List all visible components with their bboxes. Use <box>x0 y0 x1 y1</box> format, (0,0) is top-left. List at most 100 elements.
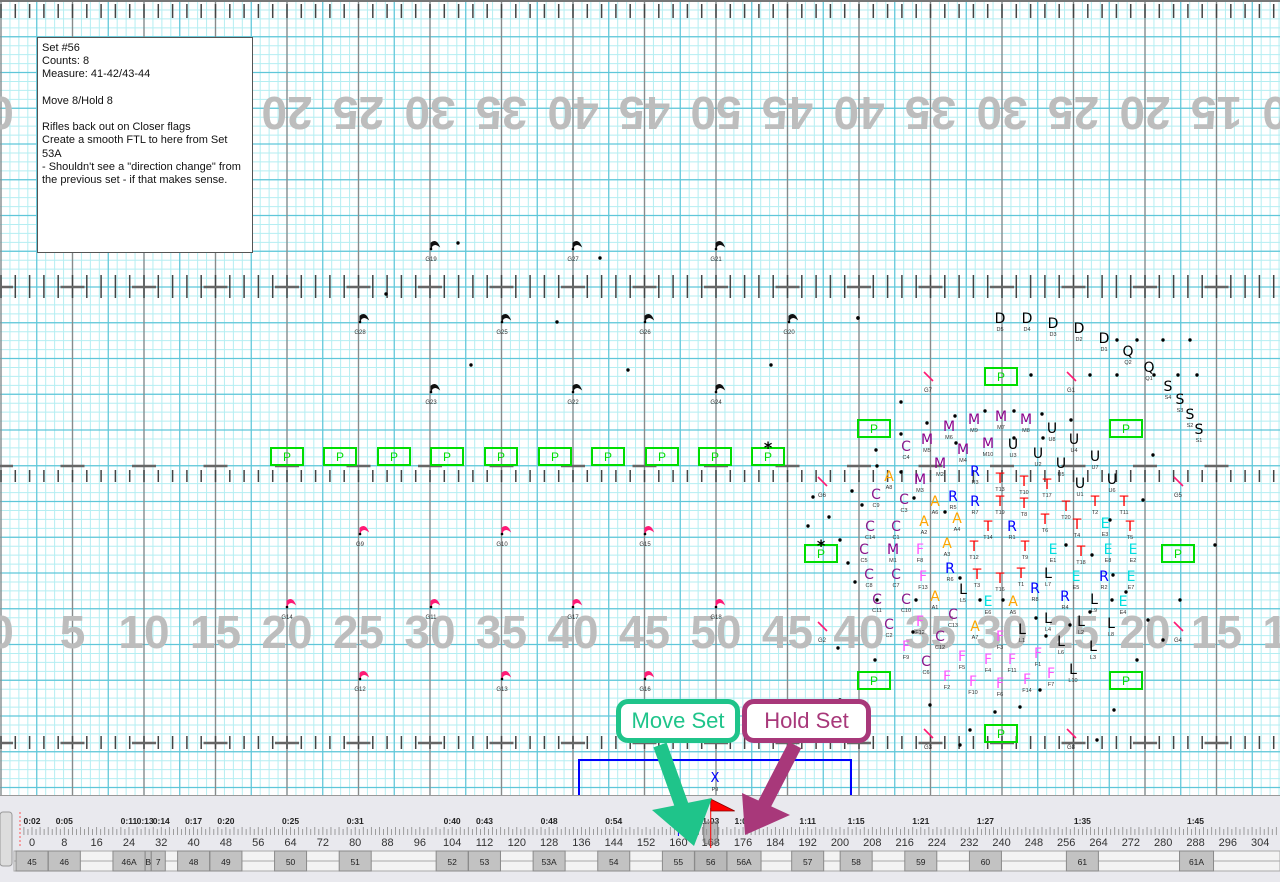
set-block-46a[interactable]: 46A <box>112 850 146 872</box>
performer-c4[interactable]: CC4 <box>901 439 911 461</box>
performer-f9[interactable]: FF9 <box>902 639 910 661</box>
guard-g28[interactable]: G28 <box>354 314 370 336</box>
performer-r2[interactable]: RR2 <box>1099 569 1109 591</box>
set-block-56[interactable]: 56 <box>694 850 728 872</box>
guard-g6[interactable]: G6 <box>817 476 828 499</box>
performer-s3[interactable]: SS3 <box>1176 392 1185 414</box>
set-block-50[interactable]: 50 <box>274 850 308 872</box>
performer-s4[interactable]: SS4 <box>1164 379 1173 401</box>
performer-e3[interactable]: EE3 <box>1101 516 1110 538</box>
performer-t16[interactable]: TT16 <box>995 571 1005 593</box>
guard-g13[interactable]: G13 <box>496 671 512 693</box>
performer-t19[interactable]: TT19 <box>995 494 1005 516</box>
performer-u3[interactable]: UU3 <box>1008 437 1018 459</box>
performer-a6[interactable]: AA6 <box>930 494 940 516</box>
set-block-55[interactable]: 55 <box>661 850 695 872</box>
performer-m8[interactable]: MM8 <box>1020 412 1032 434</box>
performer-t9[interactable]: TT9 <box>1020 539 1030 561</box>
performer-f12[interactable]: FF12 <box>915 614 924 636</box>
performer-l4[interactable]: LL4 <box>1044 611 1052 633</box>
performer-c9[interactable]: CC9 <box>871 487 881 509</box>
performer-a2[interactable]: AA2 <box>919 514 929 536</box>
performer-c6[interactable]: CC6 <box>921 654 931 676</box>
set-block-45[interactable]: 45 <box>15 850 49 872</box>
performer-l10[interactable]: LL10 <box>1068 662 1077 684</box>
performer-l6[interactable]: LL6 <box>1057 634 1065 656</box>
set-block-60[interactable]: 60 <box>968 850 1002 872</box>
performer-s1[interactable]: SS1 <box>1195 422 1204 444</box>
set-block-54[interactable]: 54 <box>597 850 631 872</box>
performer-c12[interactable]: CC12 <box>935 629 945 651</box>
set-block-52[interactable]: 52 <box>435 850 469 872</box>
performer-t17[interactable]: TT17 <box>1042 477 1052 499</box>
performer-t4[interactable]: TT4 <box>1072 517 1082 539</box>
performer-a8[interactable]: AA8 <box>884 469 894 491</box>
performer-f13[interactable]: FF13 <box>918 569 927 591</box>
performer-t1[interactable]: TT1 <box>1016 566 1026 588</box>
performer-c14[interactable]: CC14 <box>865 519 875 541</box>
performer-r5[interactable]: RR5 <box>948 489 958 511</box>
performer-u4[interactable]: UU4 <box>1069 432 1079 454</box>
performer-c10[interactable]: CC10 <box>901 592 911 614</box>
performer-m6[interactable]: MM6 <box>943 419 955 441</box>
performer-f6[interactable]: FF6 <box>996 676 1004 698</box>
performer-m3[interactable]: MM3 <box>914 472 926 494</box>
performer-t8[interactable]: TT8 <box>1019 496 1029 518</box>
performer-t10[interactable]: TT10 <box>1019 474 1029 496</box>
performer-e1[interactable]: EE1 <box>1049 542 1058 564</box>
set-block-57[interactable]: 57 <box>791 850 825 872</box>
set-block-b[interactable]: B <box>144 850 152 872</box>
guard-g3[interactable]: G3 <box>923 728 934 751</box>
prop-performer[interactable]: P <box>857 419 891 438</box>
guard-g20[interactable]: G20 <box>783 314 799 336</box>
performer-e8[interactable]: EE8 <box>1104 542 1113 564</box>
guard-g12[interactable]: G12 <box>354 671 370 693</box>
performer-f11[interactable]: FF11 <box>1007 652 1016 674</box>
performer-l5[interactable]: LL5 <box>959 582 967 604</box>
performer-t11[interactable]: TT11 <box>1119 494 1129 516</box>
guard-g7[interactable]: G7 <box>923 371 934 394</box>
performer-f5[interactable]: FF5 <box>958 649 966 671</box>
performer-l7[interactable]: LL7 <box>1044 566 1052 588</box>
guard-g8[interactable]: G8 <box>1066 728 1077 751</box>
selection-box[interactable]: XP9 <box>578 759 852 795</box>
performer-q2[interactable]: QQ2 <box>1122 344 1133 366</box>
guard-g1[interactable]: G1 <box>1066 371 1077 394</box>
performer-c13[interactable]: CC13 <box>948 607 958 629</box>
performer-f10[interactable]: FF10 <box>968 674 977 696</box>
guard-g26[interactable]: G26 <box>639 314 655 336</box>
performer-s2[interactable]: SS2 <box>1186 407 1195 429</box>
performer-f8[interactable]: FF8 <box>916 542 924 564</box>
performer-e4[interactable]: EE4 <box>1119 594 1128 616</box>
performer-f14[interactable]: FF14 <box>1022 672 1031 694</box>
performer-r3[interactable]: RR3 <box>970 464 980 486</box>
set-block-48[interactable]: 48 <box>177 850 211 872</box>
performer-t18[interactable]: TT18 <box>1076 544 1086 566</box>
performer-u1[interactable]: UU1 <box>1075 476 1085 498</box>
set-notes-panel[interactable]: Set #56 Counts: 8 Measure: 41-42/43-44 Mov… <box>37 37 253 253</box>
performer-c7[interactable]: CC7 <box>891 567 901 589</box>
guard-g2[interactable]: G2 <box>817 621 828 644</box>
performer-f7[interactable]: FF7 <box>1047 666 1055 688</box>
performer-u6[interactable]: UU6 <box>1107 472 1117 494</box>
performer-l1[interactable]: LL1 <box>1018 622 1026 644</box>
performer-l2[interactable]: LL2 <box>1077 614 1085 636</box>
performer-m7[interactable]: MM7 <box>995 409 1007 431</box>
performer-d3[interactable]: DD3 <box>1048 316 1059 338</box>
performer-m9[interactable]: MM9 <box>968 412 980 434</box>
performer-e5[interactable]: EE5 <box>1072 569 1081 591</box>
performer-d5[interactable]: DD5 <box>995 311 1006 333</box>
guard-g16[interactable]: G16 <box>639 671 655 693</box>
performer-f4[interactable]: FF4 <box>984 652 992 674</box>
performer-r7[interactable]: RR7 <box>970 494 980 516</box>
performer-e2[interactable]: EE2 <box>1129 542 1138 564</box>
performer-u7[interactable]: UU7 <box>1090 449 1100 471</box>
set-block-56a[interactable]: 56A <box>726 850 762 872</box>
performer-t3[interactable]: TT3 <box>972 567 982 589</box>
performer-t12[interactable]: TT12 <box>969 539 979 561</box>
performer-d4[interactable]: DD4 <box>1022 311 1033 333</box>
performer-t2[interactable]: TT2 <box>1090 494 1100 516</box>
performer-c8[interactable]: CC8 <box>864 567 874 589</box>
performer-m5[interactable]: MM5 <box>921 432 933 454</box>
set-strip[interactable]: 45 46 46A B 7 48 49 50 51 52 53 53A 54 55 56 56A 57 58 59 6… <box>13 850 1280 872</box>
